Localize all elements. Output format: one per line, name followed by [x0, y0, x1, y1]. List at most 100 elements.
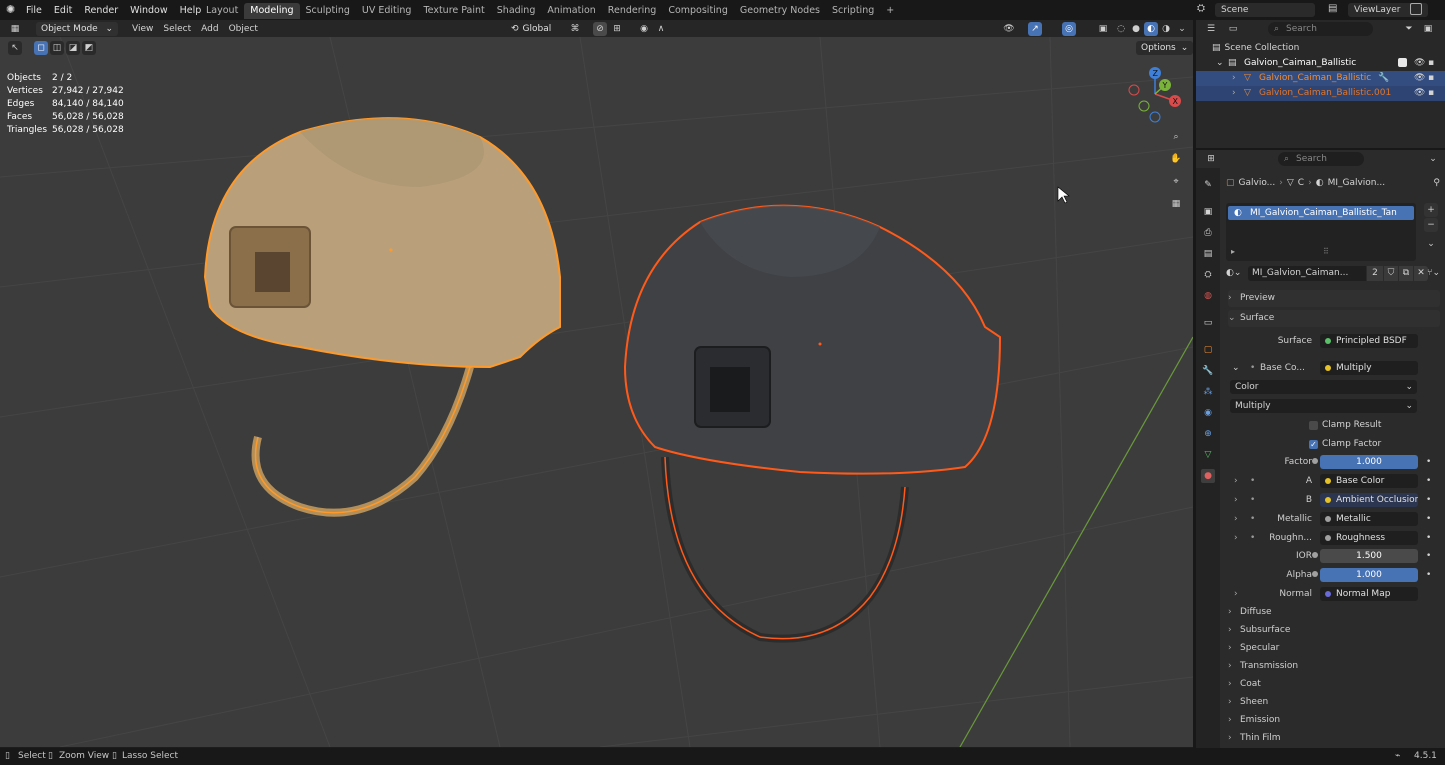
fake-user-icon[interactable]: ⛉	[1384, 266, 1398, 281]
surface-shader-field[interactable]: Principled BSDF	[1320, 334, 1418, 348]
eye-icon[interactable]: 👁	[1414, 56, 1425, 70]
chevron-right-icon[interactable]: ›	[1234, 589, 1238, 599]
eye-icon[interactable]: 👁	[1414, 71, 1425, 86]
clamp-result-checkbox[interactable]: Clamp Result	[1309, 419, 1381, 431]
menu-file[interactable]: File	[20, 5, 48, 16]
tan-helmet[interactable]	[203, 117, 561, 517]
tab-compositing[interactable]: Compositing	[662, 3, 734, 19]
particles-tab-icon[interactable]: ⁂	[1201, 385, 1215, 399]
subsurface-panel-header[interactable]: › Subsurface	[1228, 622, 1440, 639]
add-workspace-button[interactable]: +	[880, 3, 900, 19]
menu-edit[interactable]: Edit	[48, 5, 78, 16]
outliner-search-input[interactable]: ⌕ Search	[1268, 22, 1373, 36]
tweak-tool-icon[interactable]: ↖	[8, 41, 22, 55]
xray-icon[interactable]: ▣	[1096, 22, 1110, 36]
preview-section-header[interactable]: › Preview	[1228, 290, 1440, 307]
keyframe-dot-icon[interactable]: •	[1426, 551, 1431, 561]
material-slot-item[interactable]: ◐ MI_Galvion_Caiman_Ballistic_Tan	[1228, 206, 1414, 220]
pivot-icon[interactable]: ⌘	[568, 22, 582, 36]
properties-editor-icon[interactable]: ⊞	[1204, 152, 1218, 166]
outliner-item-row[interactable]: › ▽ Galvion_Caiman_Ballistic 🔧 👁 ▪	[1196, 71, 1445, 86]
resize-handle-icon[interactable]: ⠿	[1323, 247, 1329, 256]
select-subtract-icon[interactable]: ◪	[66, 41, 80, 55]
physics-tab-icon[interactable]: ◉	[1201, 406, 1215, 420]
snap-target-icon[interactable]: ⊞	[610, 22, 624, 36]
material-tab-icon[interactable]: ●	[1201, 469, 1215, 483]
pin-icon[interactable]: ⚲	[1433, 176, 1440, 190]
editor-type-icon[interactable]: ▦	[8, 22, 22, 36]
clamp-factor-checkbox[interactable]: ✓ Clamp Factor	[1309, 438, 1381, 450]
scene-tab-icon[interactable]: ⛭	[1201, 268, 1215, 282]
navigation-gizmo[interactable]: Z X Y	[1128, 67, 1181, 123]
thin-film-panel-header[interactable]: › Thin Film	[1228, 730, 1440, 747]
shading-solid-icon[interactable]: ●	[1129, 22, 1143, 36]
zoom-icon[interactable]: ⌕	[1168, 129, 1184, 145]
falloff-icon[interactable]: ∧	[654, 22, 668, 36]
material-name-field[interactable]: MI_Galvion_Caiman...	[1248, 266, 1366, 281]
tool-tab-icon[interactable]: ✎	[1201, 178, 1215, 192]
object-tab-icon[interactable]: ▢	[1201, 343, 1215, 357]
chevron-right-icon[interactable]: ›	[1234, 476, 1238, 486]
eye-icon[interactable]: 👁	[1414, 86, 1425, 101]
select-new-icon[interactable]: ◻	[34, 41, 48, 55]
keyframe-dot-icon[interactable]: •	[1426, 533, 1431, 543]
overlay-toggle-icon[interactable]: ◎	[1062, 22, 1076, 36]
outliner-editor-icon[interactable]: ☰	[1204, 22, 1218, 36]
base-color-field[interactable]: Multiply	[1320, 361, 1418, 375]
tab-geometry-nodes[interactable]: Geometry Nodes	[734, 3, 826, 19]
specular-panel-header[interactable]: › Specular	[1228, 640, 1440, 657]
tab-rendering[interactable]: Rendering	[602, 3, 663, 19]
tab-layout[interactable]: Layout	[200, 3, 244, 19]
pan-hand-icon[interactable]: ✋	[1168, 151, 1184, 167]
blender-logo-icon[interactable]: ✺	[6, 3, 20, 17]
display-mode-icon[interactable]: ▭	[1226, 22, 1240, 36]
black-helmet[interactable]	[623, 204, 1002, 643]
keyframe-dot-icon[interactable]: •	[1426, 495, 1431, 505]
proportional-edit-icon[interactable]: ◉	[637, 22, 651, 36]
roughness-field[interactable]: Roughness	[1320, 531, 1418, 545]
tab-sculpting[interactable]: Sculpting	[300, 3, 356, 19]
expand-triangle-icon[interactable]: ▸	[1231, 247, 1235, 256]
tab-scripting[interactable]: Scripting	[826, 3, 880, 19]
color-mode-dropdown[interactable]: Color ⌄	[1230, 380, 1417, 394]
tab-texture-paint[interactable]: Texture Paint	[417, 3, 490, 19]
menu-window[interactable]: Window	[124, 5, 173, 16]
input-a-field[interactable]: Base Color	[1320, 474, 1418, 488]
slot-specials-icon[interactable]: ⌄	[1424, 237, 1438, 251]
network-off-icon[interactable]: ⌁	[1395, 751, 1400, 761]
chevron-down-icon[interactable]: ⌄	[1426, 152, 1440, 166]
factor-slider[interactable]: 1.000	[1320, 455, 1418, 469]
metallic-field[interactable]: Metallic	[1320, 512, 1418, 526]
outliner-item-row[interactable]: › ▽ Galvion_Caiman_Ballistic.001 👁 ▪	[1196, 86, 1445, 101]
tab-animation[interactable]: Animation	[541, 3, 601, 19]
shading-rendered-icon[interactable]: ◑	[1159, 22, 1173, 36]
surface-section-header[interactable]: ⌄ Surface	[1228, 310, 1440, 327]
camera-icon[interactable]: ⌖	[1168, 174, 1184, 190]
new-viewlayer-icon[interactable]	[1410, 3, 1422, 15]
select-intersect-icon[interactable]: ◩	[82, 41, 96, 55]
remove-slot-icon[interactable]: −	[1424, 218, 1438, 232]
menu-object[interactable]: Object	[224, 22, 263, 36]
render-camera-icon[interactable]: ▪	[1428, 71, 1434, 86]
menu-view[interactable]: View	[127, 22, 158, 36]
menu-add[interactable]: Add	[196, 22, 223, 36]
keyframe-dot-icon[interactable]: •	[1426, 457, 1431, 467]
gizmo-toggle-icon[interactable]: ↗	[1028, 22, 1042, 36]
world-tab-icon[interactable]: ◍	[1201, 289, 1215, 303]
tab-modeling[interactable]: Modeling	[244, 3, 300, 19]
data-tab-icon[interactable]: ▽	[1201, 448, 1215, 462]
select-extend-icon[interactable]: ◫	[50, 41, 64, 55]
shading-options-icon[interactable]: ⌄	[1175, 22, 1189, 36]
scene-collection-row[interactable]: ▤ Scene Collection	[1212, 41, 1299, 55]
new-collection-icon[interactable]: ▣	[1421, 22, 1435, 36]
user-count[interactable]: 2	[1367, 266, 1383, 281]
perspective-grid-icon[interactable]: ▦	[1168, 196, 1184, 212]
render-camera-icon[interactable]: ▪	[1428, 86, 1434, 101]
node-tree-icon[interactable]: ⑂⌄	[1420, 266, 1440, 281]
tab-shading[interactable]: Shading	[491, 3, 542, 19]
input-b-field[interactable]: Ambient Occlusion	[1320, 493, 1418, 507]
chevron-right-icon[interactable]: ›	[1234, 514, 1238, 524]
collection-row[interactable]: ⌄ ▤ Galvion_Caiman_Ballistic 👁 ▪	[1196, 56, 1445, 70]
keyframe-dot-icon[interactable]: •	[1426, 570, 1431, 580]
duplicate-icon[interactable]: ⧉	[1399, 266, 1413, 281]
